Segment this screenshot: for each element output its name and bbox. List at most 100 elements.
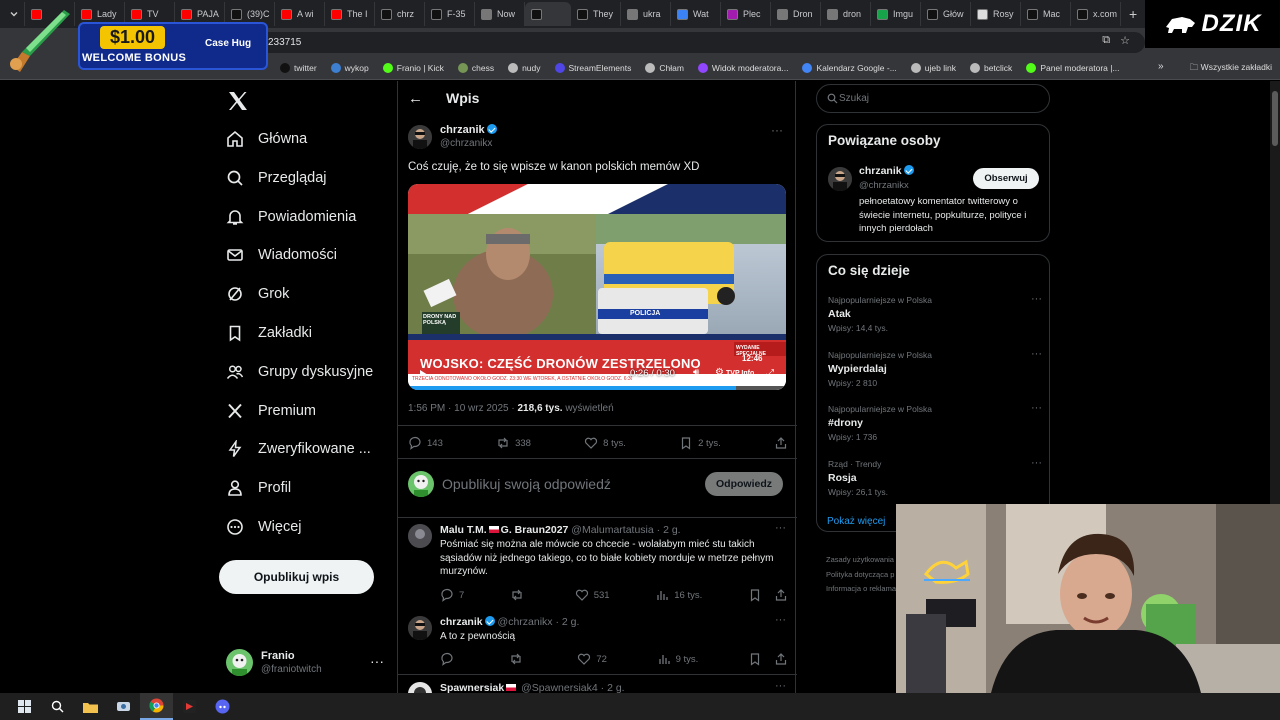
taskbar-chrome[interactable] <box>140 693 173 720</box>
reply-avatar[interactable] <box>408 524 432 548</box>
taskbar-search[interactable] <box>41 693 74 720</box>
bookmark-item[interactable]: ujeb link <box>910 62 956 73</box>
related-handle[interactable]: @chrzanikx <box>859 180 909 191</box>
trend-item[interactable]: Najpopularniejsze w Polska #drony Wpisy: 1… <box>828 402 1042 442</box>
bookmark-item[interactable]: Franio | Kick <box>382 62 444 73</box>
reply-action[interactable] <box>440 651 459 667</box>
nav-item-home[interactable]: Główna <box>218 124 307 154</box>
reply-author[interactable]: Spawnersiak @Spawnersiak4 · 2 g. <box>440 682 625 693</box>
reply-input[interactable]: Opublikuj swoją odpowiedź <box>442 476 611 492</box>
bookmark-item[interactable]: betclick <box>969 62 1012 73</box>
views-action[interactable]: 16 tys. <box>655 587 702 603</box>
post-more-icon[interactable]: ··· <box>771 123 783 137</box>
reply-more-icon[interactable]: ··· <box>775 522 786 534</box>
reply-avatar[interactable] <box>408 616 432 640</box>
all-bookmarks-folder[interactable]: 🗀 Wszystkie zakładki <box>1190 62 1272 76</box>
related-name[interactable]: chrzanik <box>859 165 914 177</box>
nav-item-x-premium[interactable]: Premium <box>218 396 316 426</box>
browser-tab[interactable]: Głów <box>921 2 971 26</box>
x-logo-icon[interactable] <box>226 89 250 113</box>
post-author-name[interactable]: chrzanik <box>440 124 497 136</box>
post-video[interactable]: DRONY NAD POLSKĄ WYDANIE SPECJALNE 12:46… <box>408 184 786 390</box>
trend-more-icon[interactable]: ··· <box>1031 293 1042 305</box>
bookmarks-overflow-icon[interactable]: » <box>1158 61 1164 72</box>
reply-action[interactable]: 143 <box>408 435 443 451</box>
nav-item-more-circle[interactable]: Więcej <box>218 512 302 542</box>
bookmark-item[interactable]: chess <box>457 62 494 73</box>
post-timestamp[interactable]: 1:56 PM · 10 wrz 2025 <box>408 403 509 414</box>
star-bookmark-icon[interactable]: ☆ <box>1120 34 1130 47</box>
volume-icon[interactable]: 🔊︎ <box>693 367 699 378</box>
post-button[interactable]: Opublikuj wpis <box>219 560 374 594</box>
install-app-icon[interactable]: ⧉ <box>1102 34 1110 47</box>
footer-link[interactable]: Informacja o reklama <box>826 582 896 597</box>
share-icon[interactable] <box>774 652 788 666</box>
settings-icon[interactable]: ⚙ <box>715 367 724 378</box>
repost-action[interactable] <box>509 651 528 667</box>
browser-tab[interactable] <box>525 2 571 26</box>
taskbar-app[interactable] <box>107 693 140 720</box>
bookmark-item[interactable]: Chłam <box>645 62 684 73</box>
browser-tab[interactable]: Wat <box>671 2 721 26</box>
views-action[interactable]: 9 tys. <box>657 651 698 667</box>
reply-author[interactable]: Malu T.M. G. Braun2027 @Malumartatusia · … <box>440 524 681 536</box>
bookmark-item[interactable]: Panel moderatora |... <box>1026 62 1120 73</box>
nav-item-mail[interactable]: Wiadomości <box>218 240 337 270</box>
browser-tab[interactable]: dron <box>821 2 871 26</box>
browser-tab[interactable]: Dron <box>771 2 821 26</box>
bookmark-action[interactable]: 2 tys. <box>679 435 721 451</box>
browser-tab[interactable]: Imgu <box>871 2 921 26</box>
like-action[interactable]: 72 <box>577 651 607 667</box>
reply-more-icon[interactable]: ··· <box>775 614 786 626</box>
share-action[interactable] <box>774 435 788 451</box>
bookmark-item[interactable]: Widok moderatora... <box>697 62 788 73</box>
browser-tab[interactable]: A wi <box>275 2 325 26</box>
nav-item-bookmark[interactable]: Zakładki <box>218 318 312 348</box>
account-switcher[interactable]: Franio @franiotwitch ··· <box>226 649 386 681</box>
post-author-handle[interactable]: @chrzanikx <box>440 138 492 149</box>
trend-more-icon[interactable]: ··· <box>1031 457 1042 469</box>
search-input[interactable]: Szukaj <box>816 84 1050 113</box>
bookmark-item[interactable]: nudy <box>508 62 541 73</box>
reply-author[interactable]: chrzanik @chrzanikx · 2 g. <box>440 616 579 628</box>
start-button[interactable] <box>8 693 41 720</box>
browser-tab[interactable]: Plec <box>721 2 771 26</box>
nav-item-bell[interactable]: Powiadomienia <box>218 202 356 232</box>
trend-item[interactable]: Rząd · Trendy Rosja Wpisy: 26,1 tys. ··· <box>828 457 1042 497</box>
bookmark-item[interactable]: StreamElements <box>554 62 631 73</box>
footer-link[interactable]: Zasady użytkowania <box>826 553 896 568</box>
footer-link[interactable]: Polityka dotycząca p <box>826 568 896 583</box>
more-icon[interactable]: ··· <box>370 653 384 669</box>
bookmark-icon[interactable] <box>748 588 762 602</box>
repost-action[interactable] <box>510 587 529 603</box>
reply-avatar[interactable] <box>408 682 432 693</box>
nav-item-bolt[interactable]: Zweryfikowane ... <box>218 434 371 464</box>
taskbar-obs[interactable] <box>173 693 206 720</box>
back-arrow-icon[interactable]: ← <box>408 90 423 107</box>
browser-tab[interactable]: ukra <box>621 2 671 26</box>
show-more-link[interactable]: Pokaż więcej <box>827 516 885 527</box>
trend-item[interactable]: Najpopularniejsze w Polska Atak Wpisy: 14,… <box>828 293 1042 333</box>
browser-tab[interactable]: The I <box>325 2 375 26</box>
bookmark-item[interactable]: wykop <box>330 62 369 73</box>
browser-tab[interactable]: They <box>571 2 621 26</box>
scrollbar-thumb[interactable] <box>1272 91 1278 146</box>
bookmark-item[interactable]: twitter <box>280 62 317 73</box>
reply-action[interactable]: 7 <box>440 587 464 603</box>
browser-tab[interactable]: F-35 <box>425 2 475 26</box>
repost-action[interactable]: 338 <box>496 435 531 451</box>
taskbar-discord[interactable] <box>206 693 239 720</box>
like-action[interactable]: 531 <box>575 587 610 603</box>
fullscreen-icon[interactable]: ⤢ <box>766 368 774 379</box>
like-action[interactable]: 8 tys. <box>584 435 626 451</box>
related-avatar[interactable] <box>828 167 852 191</box>
bookmark-item[interactable]: Kalendarz Google -... <box>802 62 897 73</box>
trend-more-icon[interactable]: ··· <box>1031 402 1042 414</box>
browser-tab[interactable]: x.com <box>1071 2 1121 26</box>
browser-tab[interactable]: Rosy <box>971 2 1021 26</box>
browser-tab[interactable]: chrz <box>375 2 425 26</box>
taskbar-file-explorer[interactable] <box>74 693 107 720</box>
trend-more-icon[interactable]: ··· <box>1031 348 1042 360</box>
browser-tab[interactable]: Now <box>475 2 525 26</box>
follow-button[interactable]: Obserwuj <box>973 168 1039 189</box>
